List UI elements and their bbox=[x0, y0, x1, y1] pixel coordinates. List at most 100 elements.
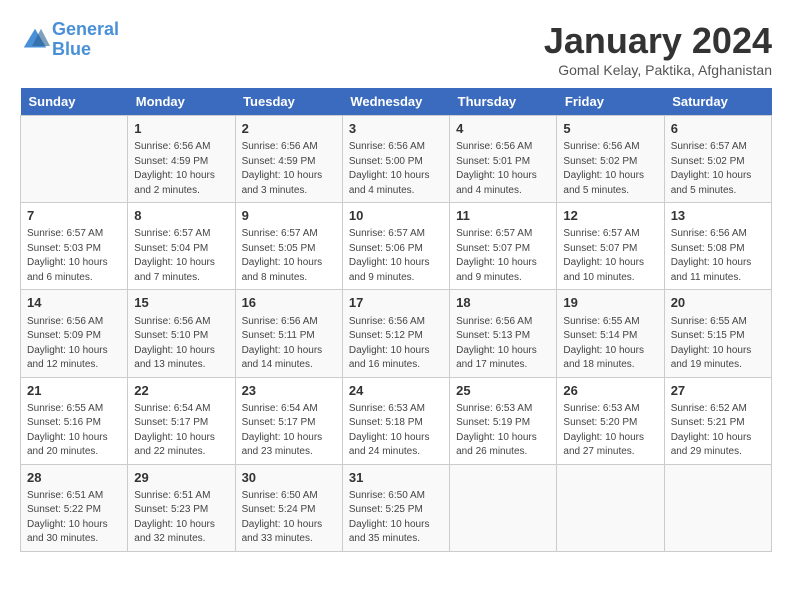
day-info: Sunrise: 6:56 AM Sunset: 5:12 PM Dayligh… bbox=[349, 315, 443, 373]
calendar-cell: 15 Sunrise: 6:56 AM Sunset: 5:10 PM Dayli… bbox=[128, 290, 235, 377]
calendar-cell: 28 Sunrise: 6:51 AM Sunset: 5:22 PM Dayli… bbox=[21, 464, 128, 551]
day-number: 26 bbox=[563, 382, 657, 400]
calendar-cell: 7 Sunrise: 6:57 AM Sunset: 5:03 PM Daylig… bbox=[21, 203, 128, 290]
calendar-cell: 6 Sunrise: 6:57 AM Sunset: 5:02 PM Daylig… bbox=[664, 116, 771, 203]
weekday-header-saturday: Saturday bbox=[664, 88, 771, 116]
day-number: 2 bbox=[242, 120, 336, 138]
day-info: Sunrise: 6:50 AM Sunset: 5:24 PM Dayligh… bbox=[242, 489, 336, 547]
day-number: 25 bbox=[456, 382, 550, 400]
calendar-cell: 12 Sunrise: 6:57 AM Sunset: 5:07 PM Dayli… bbox=[557, 203, 664, 290]
day-info: Sunrise: 6:56 AM Sunset: 5:09 PM Dayligh… bbox=[27, 315, 121, 373]
calendar-cell bbox=[557, 464, 664, 551]
calendar-cell: 21 Sunrise: 6:55 AM Sunset: 5:16 PM Dayli… bbox=[21, 377, 128, 464]
calendar-cell: 9Sunrise: 6:57 AM Sunset: 5:05 PM Daylig… bbox=[235, 203, 342, 290]
day-info: Sunrise: 6:56 AM Sunset: 4:59 PM Dayligh… bbox=[134, 140, 228, 198]
weekday-header-wednesday: Wednesday bbox=[342, 88, 449, 116]
day-info: Sunrise: 6:56 AM Sunset: 4:59 PM Dayligh… bbox=[242, 140, 336, 198]
calendar-cell: 5 Sunrise: 6:56 AM Sunset: 5:02 PM Daylig… bbox=[557, 116, 664, 203]
day-info: Sunrise: 6:57 AM Sunset: 5:03 PM Dayligh… bbox=[27, 227, 121, 285]
calendar-body: 1 Sunrise: 6:56 AM Sunset: 4:59 PM Daylig… bbox=[21, 116, 772, 552]
logo: General Blue bbox=[20, 20, 119, 60]
logo-line2: Blue bbox=[52, 39, 91, 59]
calendar-week-1: 1 Sunrise: 6:56 AM Sunset: 4:59 PM Daylig… bbox=[21, 116, 772, 203]
day-info: Sunrise: 6:56 AM Sunset: 5:01 PM Dayligh… bbox=[456, 140, 550, 198]
weekday-header-monday: Monday bbox=[128, 88, 235, 116]
calendar-cell bbox=[21, 116, 128, 203]
day-info: Sunrise: 6:52 AM Sunset: 5:21 PM Dayligh… bbox=[671, 402, 765, 460]
day-info: Sunrise: 6:54 AM Sunset: 5:17 PM Dayligh… bbox=[242, 402, 336, 460]
logo-line1: General bbox=[52, 19, 119, 39]
calendar-cell: 10 Sunrise: 6:57 AM Sunset: 5:06 PM Dayli… bbox=[342, 203, 449, 290]
calendar-cell: 13Sunrise: 6:56 AM Sunset: 5:08 PM Dayli… bbox=[664, 203, 771, 290]
day-info: Sunrise: 6:54 AM Sunset: 5:17 PM Dayligh… bbox=[134, 402, 228, 460]
calendar-cell: 1 Sunrise: 6:56 AM Sunset: 4:59 PM Daylig… bbox=[128, 116, 235, 203]
day-number: 3 bbox=[349, 120, 443, 138]
weekday-header-sunday: Sunday bbox=[21, 88, 128, 116]
day-number: 9 bbox=[242, 207, 336, 225]
day-number: 31 bbox=[349, 469, 443, 487]
day-number: 6 bbox=[671, 120, 765, 138]
day-number: 24 bbox=[349, 382, 443, 400]
day-number: 20 bbox=[671, 294, 765, 312]
day-number: 1 bbox=[134, 120, 228, 138]
calendar-cell: 14 Sunrise: 6:56 AM Sunset: 5:09 PM Dayli… bbox=[21, 290, 128, 377]
day-number: 14 bbox=[27, 294, 121, 312]
day-info: Sunrise: 6:57 AM Sunset: 5:04 PM Dayligh… bbox=[134, 227, 228, 285]
day-info: Sunrise: 6:56 AM Sunset: 5:00 PM Dayligh… bbox=[349, 140, 443, 198]
calendar-cell: 4 Sunrise: 6:56 AM Sunset: 5:01 PM Daylig… bbox=[450, 116, 557, 203]
weekday-header-thursday: Thursday bbox=[450, 88, 557, 116]
day-number: 28 bbox=[27, 469, 121, 487]
calendar-cell: 30 Sunrise: 6:50 AM Sunset: 5:24 PM Dayli… bbox=[235, 464, 342, 551]
day-number: 15 bbox=[134, 294, 228, 312]
location: Gomal Kelay, Paktika, Afghanistan bbox=[544, 62, 772, 78]
day-number: 7 bbox=[27, 207, 121, 225]
calendar-cell: 3 Sunrise: 6:56 AM Sunset: 5:00 PM Daylig… bbox=[342, 116, 449, 203]
calendar-cell: 25 Sunrise: 6:53 AM Sunset: 5:19 PM Dayli… bbox=[450, 377, 557, 464]
calendar-cell: 22 Sunrise: 6:54 AM Sunset: 5:17 PM Dayli… bbox=[128, 377, 235, 464]
calendar-week-5: 28 Sunrise: 6:51 AM Sunset: 5:22 PM Dayli… bbox=[21, 464, 772, 551]
calendar-cell bbox=[450, 464, 557, 551]
calendar-week-2: 7 Sunrise: 6:57 AM Sunset: 5:03 PM Daylig… bbox=[21, 203, 772, 290]
logo-text: General Blue bbox=[52, 20, 119, 60]
day-number: 5 bbox=[563, 120, 657, 138]
day-number: 12 bbox=[563, 207, 657, 225]
day-info: Sunrise: 6:51 AM Sunset: 5:22 PM Dayligh… bbox=[27, 489, 121, 547]
title-block: January 2024 Gomal Kelay, Paktika, Afgha… bbox=[544, 20, 772, 78]
page-header: General Blue January 2024 Gomal Kelay, P… bbox=[20, 20, 772, 78]
day-info: Sunrise: 6:50 AM Sunset: 5:25 PM Dayligh… bbox=[349, 489, 443, 547]
day-info: Sunrise: 6:57 AM Sunset: 5:02 PM Dayligh… bbox=[671, 140, 765, 198]
day-number: 17 bbox=[349, 294, 443, 312]
weekday-header-friday: Friday bbox=[557, 88, 664, 116]
calendar-cell: 24Sunrise: 6:53 AM Sunset: 5:18 PM Dayli… bbox=[342, 377, 449, 464]
day-info: Sunrise: 6:53 AM Sunset: 5:20 PM Dayligh… bbox=[563, 402, 657, 460]
day-number: 10 bbox=[349, 207, 443, 225]
calendar-cell: 8Sunrise: 6:57 AM Sunset: 5:04 PM Daylig… bbox=[128, 203, 235, 290]
day-info: Sunrise: 6:57 AM Sunset: 5:07 PM Dayligh… bbox=[563, 227, 657, 285]
calendar-cell: 31 Sunrise: 6:50 AM Sunset: 5:25 PM Dayli… bbox=[342, 464, 449, 551]
day-info: Sunrise: 6:57 AM Sunset: 5:06 PM Dayligh… bbox=[349, 227, 443, 285]
day-number: 30 bbox=[242, 469, 336, 487]
day-info: Sunrise: 6:55 AM Sunset: 5:16 PM Dayligh… bbox=[27, 402, 121, 460]
day-info: Sunrise: 6:56 AM Sunset: 5:02 PM Dayligh… bbox=[563, 140, 657, 198]
month-title: January 2024 bbox=[544, 20, 772, 62]
day-info: Sunrise: 6:53 AM Sunset: 5:19 PM Dayligh… bbox=[456, 402, 550, 460]
calendar-cell: 18Sunrise: 6:56 AM Sunset: 5:13 PM Dayli… bbox=[450, 290, 557, 377]
day-info: Sunrise: 6:55 AM Sunset: 5:15 PM Dayligh… bbox=[671, 315, 765, 373]
day-number: 27 bbox=[671, 382, 765, 400]
day-number: 11 bbox=[456, 207, 550, 225]
calendar-cell: 26 Sunrise: 6:53 AM Sunset: 5:20 PM Dayli… bbox=[557, 377, 664, 464]
day-number: 4 bbox=[456, 120, 550, 138]
day-info: Sunrise: 6:55 AM Sunset: 5:14 PM Dayligh… bbox=[563, 315, 657, 373]
day-info: Sunrise: 6:56 AM Sunset: 5:13 PM Dayligh… bbox=[456, 315, 550, 373]
calendar-week-3: 14 Sunrise: 6:56 AM Sunset: 5:09 PM Dayli… bbox=[21, 290, 772, 377]
day-number: 22 bbox=[134, 382, 228, 400]
calendar-table: SundayMondayTuesdayWednesdayThursdayFrid… bbox=[20, 88, 772, 552]
day-info: Sunrise: 6:51 AM Sunset: 5:23 PM Dayligh… bbox=[134, 489, 228, 547]
calendar-cell: 23Sunrise: 6:54 AM Sunset: 5:17 PM Dayli… bbox=[235, 377, 342, 464]
calendar-week-4: 21 Sunrise: 6:55 AM Sunset: 5:16 PM Dayli… bbox=[21, 377, 772, 464]
weekday-header-row: SundayMondayTuesdayWednesdayThursdayFrid… bbox=[21, 88, 772, 116]
calendar-cell: 2 Sunrise: 6:56 AM Sunset: 4:59 PM Daylig… bbox=[235, 116, 342, 203]
calendar-cell bbox=[664, 464, 771, 551]
day-info: Sunrise: 6:56 AM Sunset: 5:10 PM Dayligh… bbox=[134, 315, 228, 373]
day-number: 21 bbox=[27, 382, 121, 400]
